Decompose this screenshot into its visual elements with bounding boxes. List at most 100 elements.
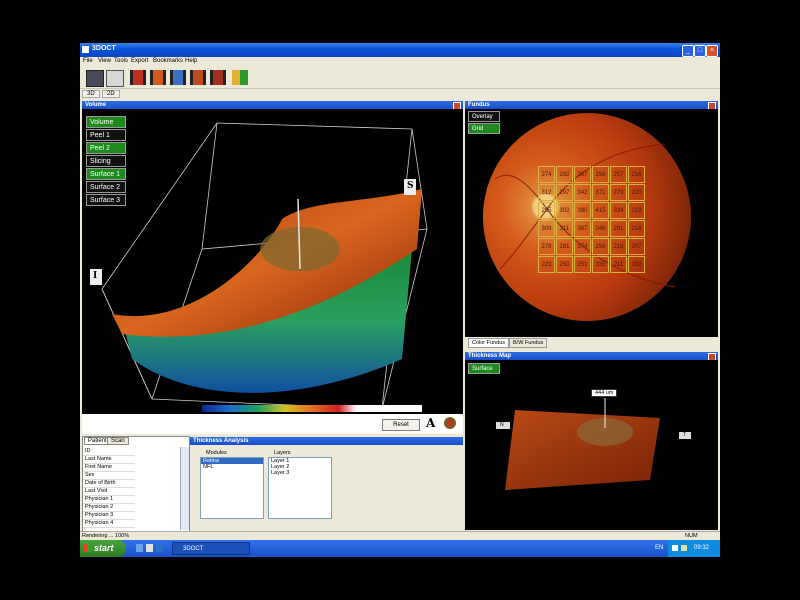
tray-icon[interactable] xyxy=(672,545,678,551)
grid-cell: 223 xyxy=(538,256,555,273)
volume-title: Volume xyxy=(85,102,107,108)
menu-view[interactable]: View xyxy=(98,58,111,64)
toolbar xyxy=(80,66,720,89)
close-button[interactable]: × xyxy=(706,45,718,57)
patient-fields: ID Last Name First Name Sex Date of Birt… xyxy=(83,447,179,531)
menu-bookmarks[interactable]: Bookmarks xyxy=(153,58,183,64)
grid-cell: 218 xyxy=(610,238,627,255)
tab-color-fundus[interactable]: Color Fundus xyxy=(468,338,510,348)
grid-cell: 309 xyxy=(538,220,555,237)
surface1-toggle[interactable]: Surface 1 xyxy=(86,168,126,180)
taskbar: start 3DOCT EN 09:32 xyxy=(80,540,720,557)
print-icon[interactable] xyxy=(106,70,124,87)
volume-footer: Reset A xyxy=(82,414,463,434)
clock: 09:32 xyxy=(694,545,710,551)
surface2-toggle[interactable]: Surface 2 xyxy=(86,181,126,193)
num-indicator: NUM xyxy=(685,533,698,539)
thickness-callout: 444 um xyxy=(591,389,618,397)
thickness-map-title-bar: Thickness Map xyxy=(465,352,718,361)
quicklaunch-icon-1[interactable] xyxy=(136,544,143,552)
layers-label: Layers xyxy=(274,450,291,456)
quicklaunch-icon-2[interactable] xyxy=(146,544,153,552)
export-icon[interactable] xyxy=(232,70,248,85)
save-icon[interactable] xyxy=(86,70,104,87)
film-icon-3[interactable] xyxy=(170,70,186,85)
grid-cell: 257 xyxy=(610,166,627,183)
tray-icon-2[interactable] xyxy=(681,545,687,551)
thickness-map-view[interactable]: Surface 444 um N T xyxy=(465,360,718,530)
film-icon-1[interactable] xyxy=(130,70,146,85)
windows-logo-icon xyxy=(84,544,92,552)
grid-cell: 335 xyxy=(592,256,609,273)
surface3-toggle[interactable]: Surface 3 xyxy=(86,194,126,206)
grid-cell: 295 xyxy=(538,202,555,219)
thickness-surface xyxy=(496,398,691,490)
thickness-grid: 274 292 267 256 257 216 312 297 342 371 273 220 295 3… xyxy=(538,166,646,274)
system-tray: 09:32 xyxy=(668,540,720,557)
grid-cell: 207 xyxy=(628,238,645,255)
tab-bw-fundus[interactable]: B/W Fundus xyxy=(509,338,548,348)
fundus-tabs: Color Fundus B/W Fundus xyxy=(465,337,718,349)
axis-i-label: I xyxy=(93,271,98,281)
grid-cell: 219 xyxy=(628,202,645,219)
overlay-toggle[interactable]: Overlay xyxy=(468,111,500,122)
menu-file[interactable]: File xyxy=(83,58,93,64)
grid-cell: 192 xyxy=(628,256,645,273)
minimize-button[interactable]: _ xyxy=(682,45,694,57)
volume-toggle[interactable]: Volume xyxy=(86,116,126,128)
layer-3[interactable]: Layer 3 xyxy=(269,470,331,476)
fundus-view[interactable]: Overlay Grid 274 292 267 256 257 216 312 297 342… xyxy=(465,109,718,337)
color-scale-bar xyxy=(202,405,422,412)
tab-scan[interactable]: Scan xyxy=(107,437,129,445)
tab-3d[interactable]: 3D xyxy=(82,90,100,98)
peel2-toggle[interactable]: Peel 2 xyxy=(86,142,126,154)
title-bar: 3DOCT _ □ × xyxy=(80,43,720,57)
grid-cell: 216 xyxy=(628,220,645,237)
menu-tools[interactable]: Tools xyxy=(114,58,128,64)
fundus-pane-title: Fundus xyxy=(465,101,718,110)
menu-help[interactable]: Help xyxy=(185,58,197,64)
patient-scrollbar[interactable] xyxy=(180,447,189,530)
temporal-marker: T xyxy=(683,432,687,438)
volume-pane-title: Volume xyxy=(82,101,463,110)
grid-cell: 415 xyxy=(592,202,609,219)
grid-cell: 256 xyxy=(592,238,609,255)
maximize-button[interactable]: □ xyxy=(694,45,706,57)
grid-cell: 342 xyxy=(574,184,591,201)
film-icon-2[interactable] xyxy=(150,70,166,85)
layers-list[interactable]: Layer 1 Layer 2 Layer 3 xyxy=(268,457,332,519)
app-window: 3DOCT _ □ × File View Tools Export Bookm… xyxy=(80,43,720,557)
peel1-toggle[interactable]: Peel 1 xyxy=(86,129,126,141)
font-button[interactable]: A xyxy=(426,416,435,430)
taskbar-app-button[interactable]: 3DOCT xyxy=(172,542,250,555)
status-text: Rendering ... 100% xyxy=(82,533,130,539)
grid-cell: 267 xyxy=(574,166,591,183)
grid-cell: 211 xyxy=(610,256,627,273)
volume-view[interactable]: S I Volume Peel 1 Peel 2 Slicing Surface… xyxy=(82,109,463,414)
grid-cell: 390 xyxy=(574,202,591,219)
reset-button[interactable]: Reset xyxy=(382,419,420,431)
grid-cell: 367 xyxy=(574,220,591,237)
window-title: 3DOCT xyxy=(92,45,116,52)
menu-export[interactable]: Export xyxy=(131,58,148,64)
grid-cell: 256 xyxy=(592,166,609,183)
grid-cell: 281 xyxy=(556,238,573,255)
slicing-toggle[interactable]: Slicing xyxy=(86,155,126,167)
tab-2d[interactable]: 2D xyxy=(102,90,120,98)
quicklaunch-icon-3[interactable] xyxy=(156,544,163,552)
film-icon-5[interactable] xyxy=(210,70,226,85)
module-nfl[interactable]: NFL xyxy=(201,464,263,470)
film-icon-4[interactable] xyxy=(190,70,206,85)
grid-cell: 374 xyxy=(574,238,591,255)
grid-toggle[interactable]: Grid xyxy=(468,123,500,134)
color-palette-icon[interactable] xyxy=(444,417,456,429)
grid-cell: 371 xyxy=(592,184,609,201)
nasal-marker: N xyxy=(500,422,504,428)
modules-list[interactable]: Retina NFL xyxy=(200,457,264,519)
grid-cell: 302 xyxy=(556,202,573,219)
grid-cell: 274 xyxy=(538,166,555,183)
thickness-analysis-title-bar: Thickness Analysis xyxy=(190,437,463,445)
modules-label: Modules xyxy=(206,450,227,456)
grid-cell: 346 xyxy=(592,220,609,237)
grid-cell: 334 xyxy=(610,202,627,219)
